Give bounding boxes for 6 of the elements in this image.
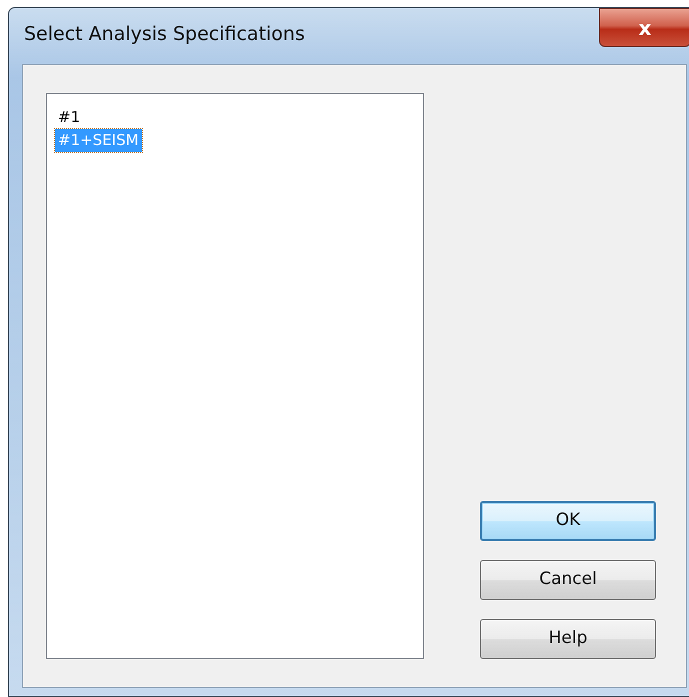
list-item[interactable]: #1 — [55, 106, 84, 129]
window-title: Select Analysis Specifications — [24, 22, 305, 47]
dialog-button[interactable]: Cancel — [480, 560, 656, 600]
dialog-button[interactable]: Help — [480, 619, 656, 659]
dialog-button[interactable]: OK — [480, 501, 656, 541]
close-button[interactable]: x — [599, 8, 689, 47]
